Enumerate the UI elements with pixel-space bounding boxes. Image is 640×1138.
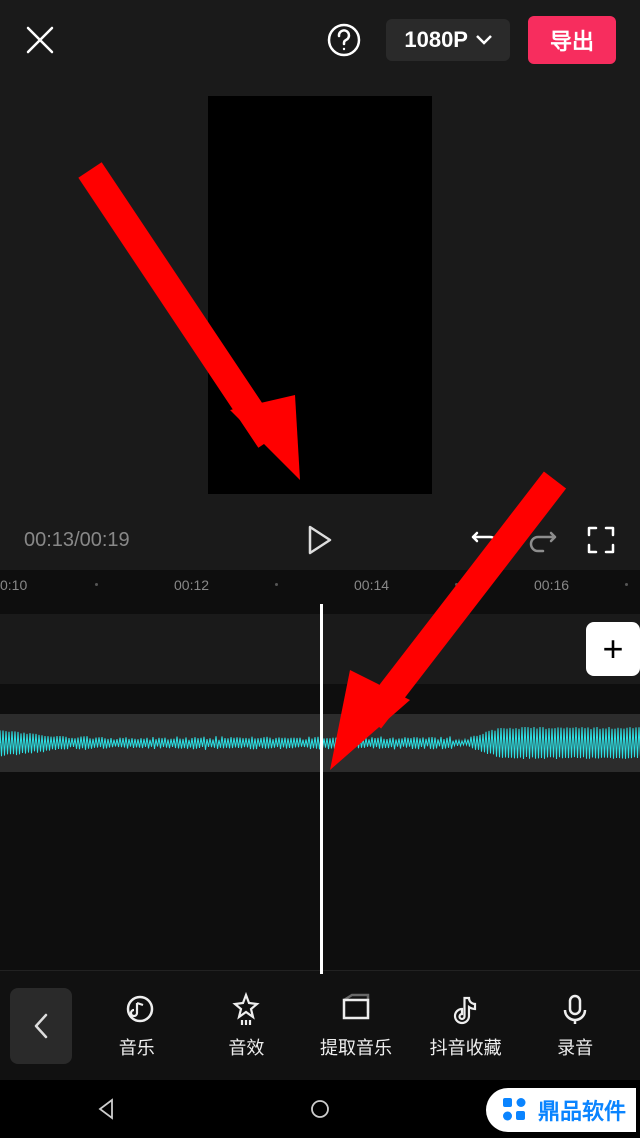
- time-display: 00:13/00:19: [24, 529, 130, 552]
- video-preview-area[interactable]: [0, 80, 640, 510]
- ruler-tick: 00:12: [174, 577, 209, 593]
- video-preview: [208, 96, 432, 494]
- close-icon[interactable]: [24, 24, 56, 56]
- timeline-ruler: 0:10 00:12 00:14 00:16: [0, 570, 640, 600]
- fullscreen-icon[interactable]: [586, 525, 616, 555]
- nav-home-icon[interactable]: [309, 1098, 331, 1120]
- export-label: 导出: [550, 29, 594, 54]
- tool-effects[interactable]: 音效: [192, 992, 302, 1060]
- nav-back-icon[interactable]: [96, 1098, 118, 1120]
- back-button[interactable]: [10, 988, 72, 1064]
- tool-douyin[interactable]: 抖音收藏: [411, 992, 521, 1060]
- watermark-text: 鼎品软件: [538, 1094, 626, 1126]
- redo-icon[interactable]: [528, 525, 558, 555]
- watermark: 鼎品软件: [486, 1088, 636, 1132]
- tool-extract[interactable]: 提取音乐: [301, 992, 411, 1060]
- record-icon: [558, 992, 592, 1026]
- help-icon[interactable]: [326, 22, 362, 58]
- tool-label: 提取音乐: [320, 1034, 392, 1060]
- play-button[interactable]: [307, 525, 333, 555]
- playhead[interactable]: [320, 604, 323, 974]
- tool-music[interactable]: 音乐: [82, 992, 192, 1060]
- music-icon: [120, 992, 154, 1026]
- export-button[interactable]: 导出: [528, 16, 616, 64]
- tool-record[interactable]: 录音: [520, 992, 630, 1060]
- chevron-down-icon: [476, 35, 492, 45]
- tool-label: 抖音收藏: [430, 1034, 502, 1060]
- ruler-tick: 00:14: [354, 577, 389, 593]
- plus-icon: +: [602, 628, 623, 670]
- watermark-icon: [500, 1095, 530, 1125]
- ruler-tick: 00:16: [534, 577, 569, 593]
- effects-icon: [229, 992, 263, 1026]
- add-clip-button[interactable]: +: [586, 622, 640, 676]
- ruler-tick: 0:10: [0, 577, 27, 593]
- undo-icon[interactable]: [470, 525, 500, 555]
- tool-label: 录音: [557, 1034, 593, 1060]
- resolution-label: 1080P: [404, 27, 468, 53]
- extract-icon: [339, 992, 373, 1026]
- tool-label: 音乐: [119, 1034, 155, 1060]
- tool-label: 音效: [228, 1034, 264, 1060]
- douyin-icon: [449, 992, 483, 1026]
- resolution-dropdown[interactable]: 1080P: [386, 19, 510, 61]
- bottom-toolbar: 音乐 音效 提取音乐 抖音收藏 录音: [0, 970, 640, 1080]
- timeline[interactable]: 0:10 00:12 00:14 00:16 +: [0, 570, 640, 970]
